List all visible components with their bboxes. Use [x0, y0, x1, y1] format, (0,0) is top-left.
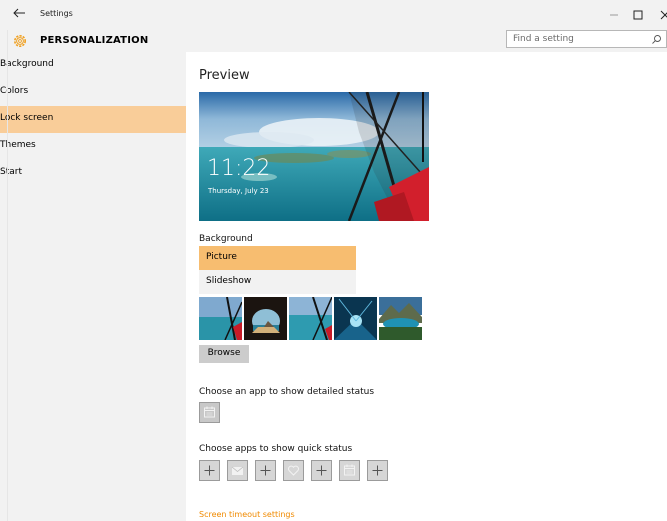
- heart-icon: [288, 465, 299, 476]
- quick-status-heart-button[interactable]: [283, 460, 304, 481]
- background-option-slideshow[interactable]: Slideshow: [199, 270, 356, 294]
- sidebar: Background Colors Lock screen Themes Sta…: [0, 52, 186, 521]
- detailed-status-label: Choose an app to show detailed status: [199, 387, 375, 397]
- sidebar-item-label: Start: [0, 167, 22, 177]
- window-title: Settings: [40, 9, 73, 18]
- quick-status-add-button[interactable]: [311, 460, 332, 481]
- detailed-status-app-button[interactable]: [199, 402, 220, 423]
- search-icon[interactable]: [651, 34, 662, 45]
- calendar-icon: [204, 406, 215, 418]
- quick-status-add-button[interactable]: [199, 460, 220, 481]
- settings-header: PERSONALIZATION Find a setting: [0, 30, 667, 52]
- sidebar-item-label: Themes: [0, 140, 36, 150]
- thumbnail-underwater-light[interactable]: [334, 297, 377, 340]
- search-input[interactable]: Find a setting: [506, 30, 667, 48]
- sidebar-item-label: Background: [0, 59, 54, 69]
- close-icon[interactable]: [652, 6, 667, 24]
- quick-status-label: Choose apps to show quick status: [199, 444, 353, 454]
- thumbnail-plane-wing[interactable]: [199, 297, 242, 340]
- background-label: Background: [199, 234, 253, 244]
- plus-icon: [372, 465, 383, 476]
- quick-status-add-button[interactable]: [255, 460, 276, 481]
- plus-icon: [316, 465, 327, 476]
- sidebar-item-background[interactable]: Background: [0, 52, 186, 79]
- calendar-icon: [344, 464, 355, 476]
- thumbnail-plane-wing-2[interactable]: [289, 297, 332, 340]
- plus-icon: [204, 465, 215, 476]
- quick-status-calendar-button[interactable]: [339, 460, 360, 481]
- lock-screen-preview: 11:22 Thursday, July 23: [199, 92, 429, 221]
- browse-label: Browse: [207, 348, 241, 358]
- screen-timeout-settings-link[interactable]: Screen timeout settings: [199, 510, 295, 519]
- background-option-picture[interactable]: Picture: [199, 246, 356, 270]
- minimize-icon[interactable]: [601, 6, 627, 24]
- preview-time: 11:22: [207, 156, 271, 181]
- search-placeholder: Find a setting: [513, 34, 574, 44]
- sidebar-item-colors[interactable]: Colors: [0, 79, 186, 106]
- sidebar-item-start[interactable]: Start: [0, 160, 186, 187]
- preview-date: Thursday, July 23: [208, 187, 269, 195]
- main-content: Preview 11:22 Thursday, July 23 Backgrou…: [186, 52, 667, 521]
- quick-status-add-button[interactable]: [367, 460, 388, 481]
- preview-heading: Preview: [199, 68, 250, 83]
- back-arrow-icon[interactable]: [12, 6, 26, 20]
- option-label: Picture: [206, 252, 237, 262]
- gear-icon: [14, 35, 26, 47]
- option-label: Slideshow: [206, 276, 252, 286]
- maximize-icon[interactable]: [625, 6, 651, 24]
- plus-icon: [260, 465, 271, 476]
- thumbnail-cave-beach[interactable]: [244, 297, 287, 340]
- window-title-bar: Settings: [0, 0, 667, 30]
- window-left-border: [7, 30, 8, 521]
- sidebar-item-label: Colors: [0, 86, 29, 96]
- sidebar-item-themes[interactable]: Themes: [0, 133, 186, 160]
- thumbnail-mountain-lake[interactable]: [379, 297, 422, 340]
- quick-status-mail-button[interactable]: [227, 460, 248, 481]
- mail-icon: [231, 466, 244, 475]
- sidebar-item-lock-screen[interactable]: Lock screen: [0, 106, 186, 133]
- browse-button[interactable]: Browse: [199, 345, 249, 363]
- page-title: PERSONALIZATION: [40, 35, 149, 46]
